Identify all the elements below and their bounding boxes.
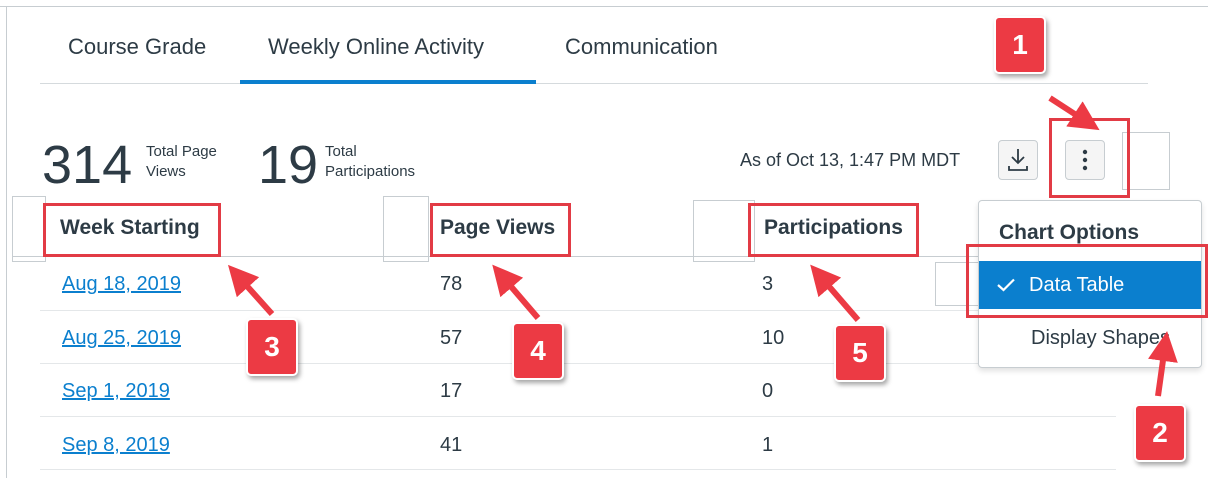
- arrow-1: [1048, 95, 1100, 131]
- annotation-badge-4: 4: [512, 322, 564, 380]
- arrow-2: [1148, 331, 1178, 397]
- annotation-badge-2: 2: [1134, 404, 1186, 462]
- arrow-5: [810, 264, 861, 322]
- arrow-4: [492, 264, 541, 320]
- arrow-3: [227, 264, 275, 317]
- annotation-badge-1: 1: [994, 16, 1046, 74]
- annotation-badge-3: 3: [246, 318, 298, 376]
- annotation-badge-5: 5: [834, 324, 886, 382]
